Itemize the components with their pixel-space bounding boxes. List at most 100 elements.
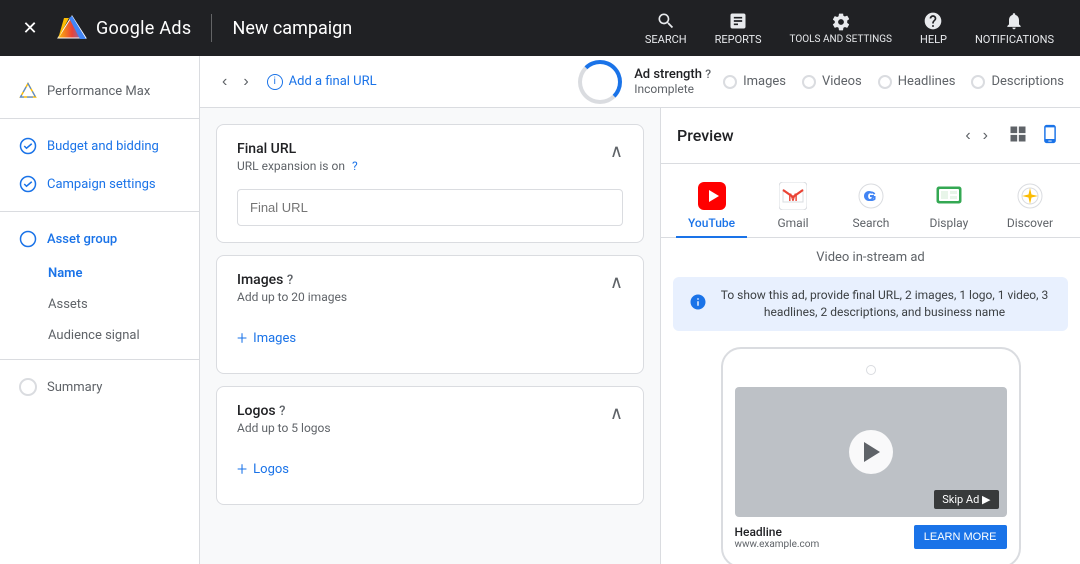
grid-view-button[interactable] (1004, 120, 1032, 151)
ad-strength-section: Ad strength ? Incomplete (578, 60, 711, 104)
search-nav-button[interactable]: SEARCH (635, 7, 697, 50)
youtube-tab-icon (698, 182, 726, 210)
nav-divider (211, 14, 212, 42)
info-icon: i (267, 74, 283, 90)
final-url-card-title-area: Final URL URL expansion is on ? (237, 141, 358, 173)
headlines-radio (878, 75, 892, 89)
sidebar-divider-1 (0, 118, 199, 119)
logo-area: Google Ads (56, 12, 191, 44)
learn-more-button[interactable]: LEARN MORE (914, 525, 1007, 549)
nav-actions: SEARCH REPORTS TOOLS AND SETTINGS HELP N… (635, 7, 1064, 50)
sidebar-subitem-assets[interactable]: Assets (32, 289, 199, 320)
logos-collapse-button[interactable]: ∧ (610, 403, 623, 424)
sidebar-item-asset-group[interactable]: Asset group (0, 220, 199, 258)
url-expansion-help-icon[interactable]: ? (352, 159, 358, 173)
two-column-layout: Final URL URL expansion is on ? ∧ (200, 108, 1080, 564)
platform-tabs: YouTube M Gmail (661, 164, 1080, 238)
campaign-title: New campaign (232, 18, 352, 39)
skip-ad-button[interactable]: Skip Ad ▶ (934, 490, 998, 509)
final-url-card-body (217, 181, 643, 242)
campaign-settings-check-icon (19, 175, 37, 193)
tab-search[interactable]: G Search (839, 176, 903, 238)
preview-next-button[interactable]: › (979, 123, 992, 149)
headlines-asset-button[interactable]: Headlines (878, 74, 956, 89)
plus-icon-logos: + (237, 459, 247, 480)
sidebar-divider-3 (0, 359, 199, 360)
final-url-title: Final URL (237, 141, 358, 157)
tools-settings-nav-button[interactable]: TOOLS AND SETTINGS (780, 8, 902, 49)
logos-help-icon[interactable]: ? (279, 404, 285, 419)
add-logos-button[interactable]: + Logos (237, 451, 623, 488)
logos-card-body: + Logos (217, 443, 643, 504)
descriptions-radio (971, 75, 985, 89)
phone-bottom: Headline www.example.com LEARN MORE (735, 517, 1007, 554)
help-nav-button[interactable]: HELP (910, 7, 957, 50)
images-help-icon[interactable]: ? (287, 273, 293, 288)
svg-text:M: M (788, 192, 797, 204)
logos-title: Logos ? (237, 403, 331, 419)
asset-group-circle-icon (19, 230, 37, 248)
prev-arrow-button[interactable]: ‹ (216, 67, 233, 97)
videos-asset-button[interactable]: Videos (802, 74, 862, 89)
reports-nav-button[interactable]: REPORTS (705, 7, 772, 50)
preview-panel: Preview ‹ › (660, 108, 1080, 564)
mobile-view-button[interactable] (1036, 120, 1064, 151)
nav-arrows: ‹ › (216, 67, 255, 97)
final-url-input[interactable] (237, 189, 623, 226)
next-arrow-button[interactable]: › (237, 67, 254, 97)
notifications-nav-button[interactable]: NOTIFICATIONS (965, 7, 1064, 50)
tab-gmail[interactable]: M Gmail (761, 176, 825, 238)
ad-strength-help-icon[interactable]: ? (705, 67, 711, 81)
close-button[interactable]: ✕ (16, 14, 44, 42)
tools-label: TOOLS AND SETTINGS (790, 34, 892, 45)
tab-youtube[interactable]: YouTube (676, 176, 747, 238)
sidebar-subitem-audience-signal[interactable]: Audience signal (32, 320, 199, 351)
images-asset-button[interactable]: Images (723, 74, 786, 89)
google-ads-logo-text: Google Ads (96, 18, 191, 39)
sidebar-item-summary[interactable]: Summary (0, 368, 199, 406)
plus-icon: + (237, 328, 247, 349)
sidebar-item-performance-max[interactable]: Performance Max (0, 72, 199, 110)
main-layout: Performance Max Budget and bidding Campa… (0, 56, 1080, 564)
preview-nav: ‹ › (961, 120, 1064, 151)
phone-headline-url: Headline www.example.com (735, 525, 820, 550)
google-ads-logo-icon (56, 12, 88, 44)
descriptions-asset-button[interactable]: Descriptions (971, 74, 1064, 89)
preview-info-text: To show this ad, provide final URL, 2 im… (717, 287, 1052, 321)
sidebar-item-budget-bidding[interactable]: Budget and bidding (0, 127, 199, 165)
phone-headline: Headline (735, 525, 820, 539)
sidebar-subitem-name[interactable]: Name (32, 258, 199, 289)
videos-radio (802, 75, 816, 89)
play-button[interactable] (849, 430, 893, 474)
top-navigation: ✕ Google Ads New campaign (0, 0, 1080, 56)
display-tab-icon (935, 182, 963, 210)
phone-camera (866, 365, 876, 375)
budget-bidding-check-icon (19, 137, 37, 155)
preview-info-icon (689, 293, 707, 315)
play-triangle-icon (864, 442, 880, 462)
tab-display[interactable]: Display (917, 176, 981, 238)
images-radio (723, 75, 737, 89)
discover-tab-icon (1016, 182, 1044, 210)
sidebar: Performance Max Budget and bidding Campa… (0, 56, 200, 564)
final-url-card: Final URL URL expansion is on ? ∧ (216, 124, 644, 243)
images-card-body: + Images (217, 312, 643, 373)
sub-header: ‹ › i Add a final URL Ad strength ? Inco… (200, 56, 1080, 108)
images-collapse-button[interactable]: ∧ (610, 272, 623, 293)
logos-card: Logos ? Add up to 5 logos ∧ + Logos (216, 386, 644, 505)
images-title: Images ? (237, 272, 347, 288)
images-card-header: Images ? Add up to 20 images ∧ (217, 256, 643, 312)
final-url-collapse-button[interactable]: ∧ (610, 141, 623, 162)
preview-title: Preview (677, 126, 734, 145)
tab-discover[interactable]: Discover (995, 176, 1065, 238)
images-subtitle: Add up to 20 images (237, 290, 347, 304)
preview-content: Video in-stream ad To show this ad, prov… (661, 238, 1080, 564)
ad-strength-circle (578, 60, 622, 104)
phone-url: www.example.com (735, 539, 820, 550)
preview-prev-button[interactable]: ‹ (961, 123, 974, 149)
gmail-tab-icon: M (779, 182, 807, 210)
sidebar-item-campaign-settings[interactable]: Campaign settings (0, 165, 199, 203)
add-images-button[interactable]: + Images (237, 320, 623, 357)
phone-mockup: Skip Ad ▶ Headline www.example.com LEARN… (721, 347, 1021, 564)
url-info: i Add a final URL (267, 74, 377, 90)
